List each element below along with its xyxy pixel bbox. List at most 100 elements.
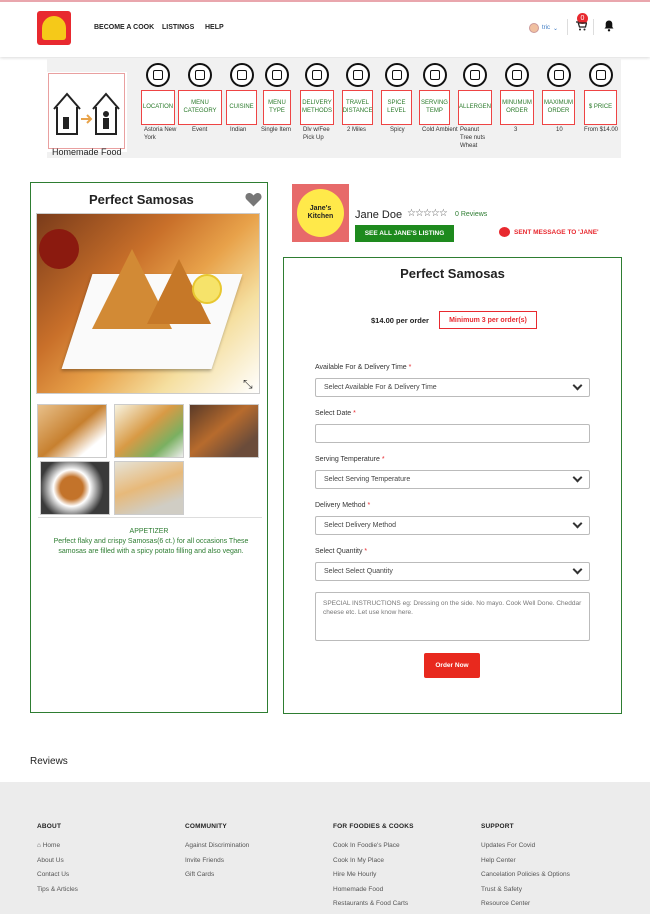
expand-icon[interactable]: ⤡ bbox=[243, 377, 253, 392]
travel-route-icon bbox=[345, 63, 370, 87]
date-input[interactable] bbox=[315, 424, 590, 443]
nav-divider bbox=[567, 19, 568, 35]
see-all-listings-button[interactable]: SEE ALL JANE'S LISTING bbox=[355, 225, 454, 242]
nav-become-a-cook[interactable]: BECOME A COOK bbox=[94, 24, 154, 31]
attribute-label: LOCATION bbox=[141, 90, 175, 125]
quantity-select[interactable]: Select Select Quantity bbox=[315, 562, 590, 581]
divider bbox=[38, 517, 262, 518]
footer-link[interactable]: Restaurants & Food Carts bbox=[333, 900, 408, 907]
reviews-link[interactable]: 0 Reviews bbox=[455, 211, 487, 218]
listing-attributes-bar bbox=[47, 58, 621, 158]
gallery-thumbnail[interactable] bbox=[189, 404, 259, 458]
footer-link[interactable]: Gift Cards bbox=[185, 871, 214, 878]
dollar-icon bbox=[588, 63, 613, 87]
attribute-value: Single Item bbox=[261, 127, 292, 133]
kitchen-name: Jane's Kitchen bbox=[297, 189, 344, 237]
footer-link[interactable]: Updates For Covid bbox=[481, 842, 535, 849]
footer-link[interactable]: Cook In Foodie's Place bbox=[333, 842, 400, 849]
group-icon bbox=[546, 63, 571, 87]
footer-link[interactable]: Cook In My Place bbox=[333, 857, 384, 864]
serving-temp-select[interactable]: Select Serving Temperature bbox=[315, 470, 590, 489]
footer-link[interactable]: Resource Center bbox=[481, 900, 530, 907]
nav-listings[interactable]: LISTINGS bbox=[162, 24, 194, 31]
site-logo[interactable] bbox=[37, 11, 71, 45]
attribute-label: MENU CATEGORY bbox=[178, 90, 222, 125]
nav-help[interactable]: HELP bbox=[205, 24, 224, 31]
attribute-value: Astoria New York bbox=[144, 127, 177, 141]
cart-icon[interactable] bbox=[576, 21, 588, 34]
attribute-label: $ PRICE bbox=[584, 90, 617, 125]
rating-stars: ☆☆☆☆☆ bbox=[407, 208, 448, 219]
send-message-button[interactable]: SENT MESSAGE TO 'JANE' bbox=[499, 227, 599, 237]
delivery-method-label: Delivery Method * bbox=[315, 502, 371, 509]
order-now-button[interactable]: Order Now bbox=[424, 653, 480, 678]
kitchen-logo[interactable]: Jane's Kitchen bbox=[292, 184, 349, 242]
footer bbox=[0, 782, 650, 914]
attribute-value: 2 Miles bbox=[347, 127, 367, 133]
chevron-down-icon: ⌄ bbox=[553, 25, 559, 32]
chili-icon bbox=[384, 63, 409, 87]
favorite-heart-icon[interactable] bbox=[245, 192, 263, 208]
footer-heading: FOR FOODIES & COOKS bbox=[333, 823, 414, 830]
footer-link[interactable]: Hire Me Hourly bbox=[333, 871, 376, 878]
bell-icon[interactable] bbox=[604, 19, 614, 32]
chevron-down-icon bbox=[572, 518, 583, 529]
cook-name[interactable]: Jane Doe bbox=[355, 209, 402, 221]
footer-heading: ABOUT bbox=[37, 823, 62, 830]
footer-link[interactable]: Trust & Safety bbox=[481, 886, 522, 893]
listing-description: Perfect flaky and crispy Samosas(6 ct.) … bbox=[53, 538, 249, 556]
footer-link[interactable]: About Us bbox=[37, 857, 64, 864]
attribute-label: TRAVEL DISTANCE bbox=[342, 90, 373, 125]
footer-link[interactable]: Invite Friends bbox=[185, 857, 224, 864]
gallery-thumbnail[interactable] bbox=[37, 404, 107, 458]
chevron-down-icon bbox=[572, 380, 583, 391]
footer-link[interactable]: Tips & Articles bbox=[37, 886, 78, 893]
location-icon bbox=[146, 63, 170, 87]
nav-divider bbox=[593, 19, 594, 35]
available-time-select[interactable]: Select Available For & Delivery Time bbox=[315, 378, 590, 397]
footer-link[interactable]: Contact Us bbox=[37, 871, 69, 878]
attribute-label: MENU TYPE bbox=[263, 90, 291, 125]
special-instructions-textarea[interactable]: SPECIAL INSTRUCTIONS eg: Dressing on the… bbox=[315, 592, 590, 641]
attribute-label: SERVING TEMP bbox=[419, 90, 450, 125]
delivery-method-select[interactable]: Select Delivery Method bbox=[315, 516, 590, 535]
footer-heading: SUPPORT bbox=[481, 823, 514, 830]
user-menu[interactable]: tric ⌄ bbox=[529, 23, 558, 33]
gallery-thumbnail[interactable] bbox=[114, 404, 184, 458]
allergen-icon bbox=[463, 63, 487, 87]
houses-icon bbox=[53, 92, 120, 135]
toast-logo-icon bbox=[42, 16, 66, 40]
attribute-value: Event bbox=[192, 127, 208, 133]
footer-link[interactable]: Help Center bbox=[481, 857, 516, 864]
bowl-icon bbox=[422, 63, 447, 87]
footer-link[interactable]: Cancelation Policies & Options bbox=[481, 871, 570, 878]
attribute-value: 3 bbox=[514, 127, 518, 133]
price-per-order: $14.00 per order bbox=[371, 316, 429, 325]
footer-link[interactable]: Homemade Food bbox=[333, 886, 383, 893]
serving-temp-label: Serving Temperature * bbox=[315, 456, 385, 463]
chevron-down-icon bbox=[572, 472, 583, 483]
attribute-label: CUISINE bbox=[226, 90, 257, 125]
homemade-food-label: Homemade Food bbox=[52, 147, 122, 157]
quantity-label: Select Quantity * bbox=[315, 548, 368, 555]
minimum-order-badge: Minimum 3 per order(s) bbox=[439, 311, 537, 329]
footer-link-label: Home bbox=[42, 842, 61, 849]
main-food-image[interactable] bbox=[36, 213, 260, 394]
user-name: tric bbox=[542, 25, 550, 31]
cutlery-icon bbox=[229, 63, 254, 87]
attribute-label: DELIVERY METHODS bbox=[300, 90, 334, 125]
attribute-value: Dlv w/Fee Pick Up bbox=[303, 127, 330, 141]
attribute-value: Peanut Tree nuts Wheat bbox=[460, 127, 486, 149]
footer-heading: COMMUNITY bbox=[185, 823, 227, 830]
reviews-heading: Reviews bbox=[30, 756, 68, 767]
gallery-thumbnail[interactable] bbox=[40, 461, 110, 515]
footer-link[interactable]: ⌂ Home bbox=[37, 842, 60, 849]
available-time-label: Available For & Delivery Time * bbox=[315, 364, 412, 371]
date-label: Select Date * bbox=[315, 410, 356, 417]
attribute-label: MINUMUM ORDER bbox=[500, 90, 534, 125]
gallery-thumbnail[interactable] bbox=[114, 461, 184, 515]
send-message-label: SENT MESSAGE TO 'JANE' bbox=[514, 228, 599, 236]
homemade-food-logo bbox=[48, 73, 125, 149]
delivery-scooter-icon bbox=[305, 63, 329, 87]
footer-link[interactable]: Against Discrimination bbox=[185, 842, 249, 849]
